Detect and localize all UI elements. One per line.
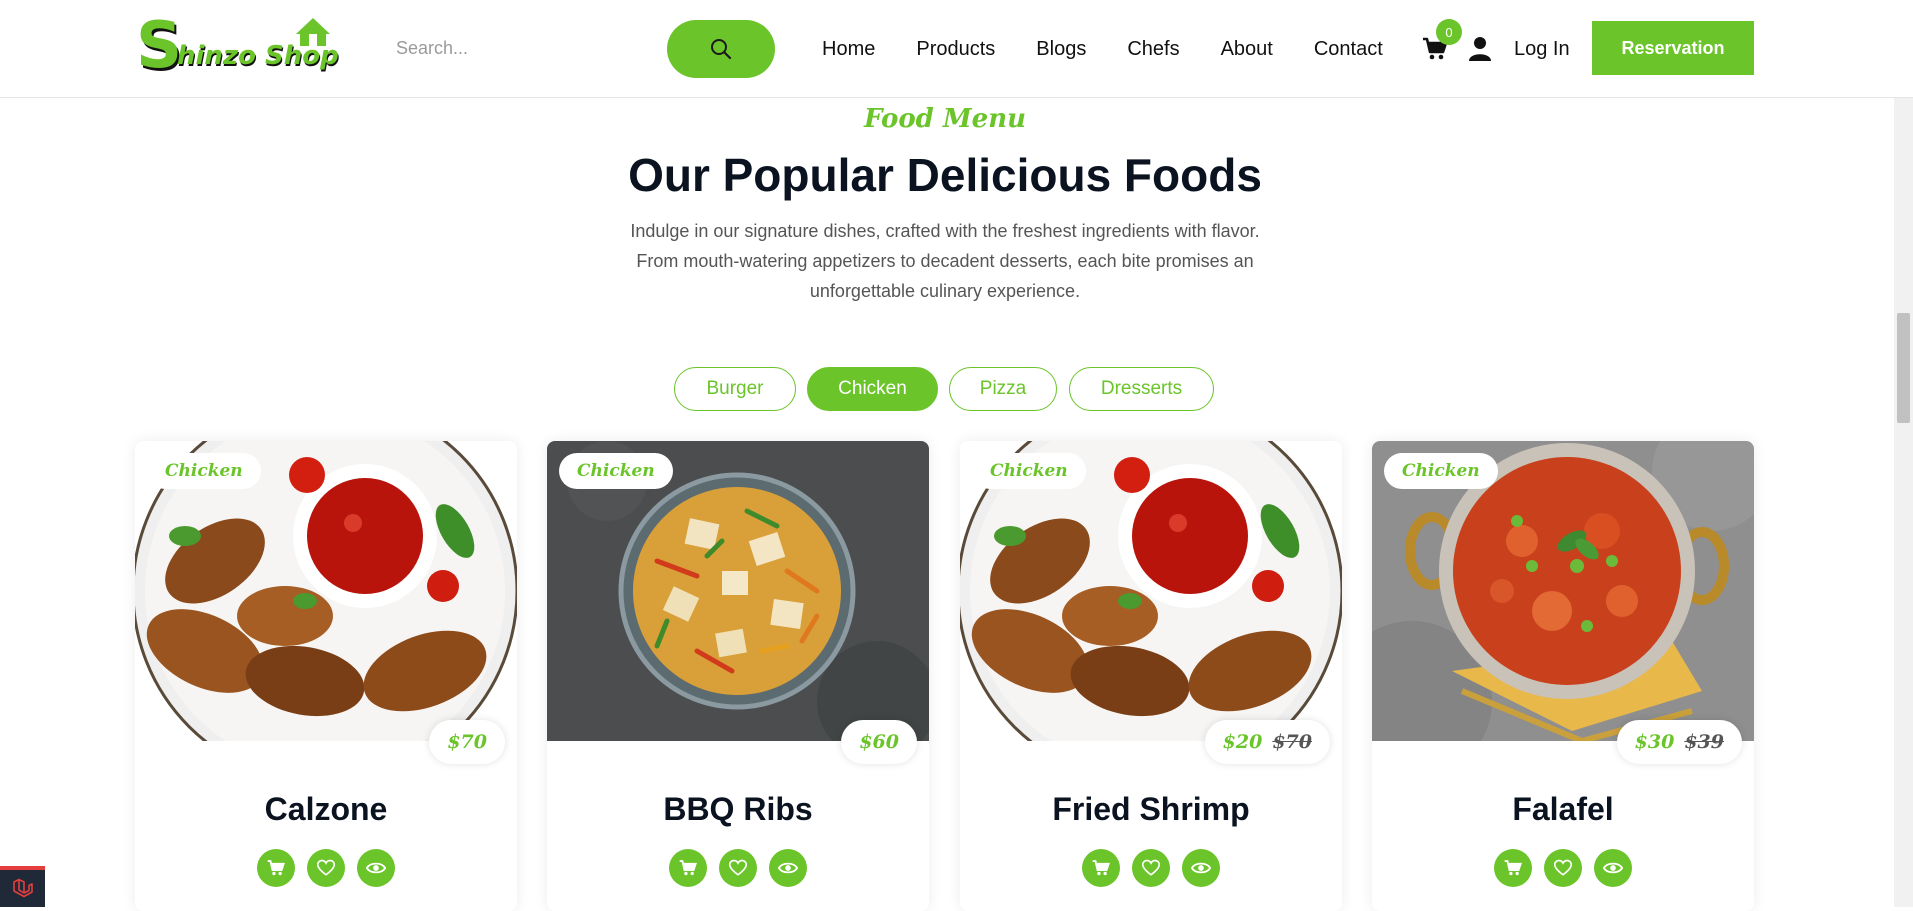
main-nav: Home Products Blogs Chefs About Contact	[822, 34, 1424, 64]
cart-icon	[1092, 860, 1110, 876]
section-title: Our Popular Delicious Foods	[628, 149, 1262, 201]
laravel-icon	[12, 878, 33, 897]
eye-icon	[1603, 862, 1623, 874]
product-name: Falafel	[1512, 791, 1614, 827]
wishlist-button[interactable]	[1544, 849, 1582, 887]
user-icon[interactable]	[1469, 36, 1491, 62]
nav-home[interactable]: Home	[822, 34, 875, 64]
product-price: $70	[429, 720, 505, 764]
product-category-tag: Chicken	[559, 453, 673, 489]
product-category-tag: Chicken	[1384, 453, 1498, 489]
filter-dresserts[interactable]: Dresserts	[1069, 367, 1214, 411]
add-to-cart-button[interactable]	[1082, 849, 1120, 887]
heart-icon	[729, 859, 747, 876]
product-category-tag: Chicken	[972, 453, 1086, 489]
filter-burger[interactable]: Burger	[674, 367, 796, 411]
cart-icon	[679, 860, 697, 876]
scrollbar-thumb[interactable]	[1897, 313, 1910, 423]
add-to-cart-button[interactable]	[257, 849, 295, 887]
price-current: $30	[1634, 731, 1675, 753]
quick-view-button[interactable]	[769, 849, 807, 887]
search-input[interactable]	[380, 26, 640, 70]
nav-blogs[interactable]: Blogs	[1036, 34, 1086, 64]
site-header: S S hinzo Shop hinzo Shop Home Products …	[0, 0, 1913, 98]
debug-toolbar-toggle[interactable]	[0, 866, 45, 907]
product-actions	[547, 849, 929, 887]
section-eyebrow: Food Menu	[863, 104, 1027, 134]
wishlist-button[interactable]	[1132, 849, 1170, 887]
filter-pizza[interactable]: Pizza	[949, 367, 1057, 411]
product-name: Fried Shrimp	[1052, 791, 1250, 827]
login-link[interactable]: Log In	[1514, 34, 1570, 64]
product-card[interactable]: Chicken $20 $70 Fried Shrimp	[960, 441, 1342, 911]
reservation-button[interactable]: Reservation	[1592, 21, 1754, 75]
section-description: Indulge in our signature dishes, crafted…	[630, 221, 1260, 301]
add-to-cart-button[interactable]	[1494, 849, 1532, 887]
product-category-tag: Chicken	[147, 453, 261, 489]
eye-icon	[366, 862, 386, 874]
nav-contact[interactable]: Contact	[1314, 34, 1383, 64]
heart-icon	[1142, 859, 1160, 876]
search-button[interactable]	[667, 20, 775, 78]
product-name: Calzone	[264, 791, 388, 827]
nav-about[interactable]: About	[1221, 34, 1273, 64]
quick-view-button[interactable]	[1182, 849, 1220, 887]
price-current: $20	[1222, 731, 1263, 753]
product-card[interactable]: Chicken $70 Calzone	[135, 441, 517, 911]
product-price: $30 $39	[1616, 720, 1742, 764]
price-current: $70	[447, 731, 487, 753]
eye-icon	[1191, 862, 1211, 874]
eye-icon	[778, 862, 798, 874]
cart-icon	[1504, 860, 1522, 876]
add-to-cart-button[interactable]	[669, 849, 707, 887]
nav-chefs[interactable]: Chefs	[1127, 34, 1179, 64]
product-actions	[1372, 849, 1754, 887]
product-price: $20 $70	[1204, 720, 1330, 764]
product-name: BBQ Ribs	[663, 791, 813, 827]
heart-icon	[1554, 859, 1572, 876]
price-original: $39	[1684, 731, 1724, 753]
quick-view-button[interactable]	[1594, 849, 1632, 887]
product-actions	[960, 849, 1342, 887]
wishlist-button[interactable]	[719, 849, 757, 887]
quick-view-button[interactable]	[357, 849, 395, 887]
product-card[interactable]: Chicken $60 BBQ Ribs	[547, 441, 929, 911]
logo[interactable]: S S hinzo Shop hinzo Shop	[138, 14, 342, 78]
heart-icon	[317, 859, 335, 876]
cart-count-badge: 0	[1436, 19, 1462, 45]
price-current: $60	[859, 731, 899, 753]
product-price: $60	[841, 720, 917, 764]
wishlist-button[interactable]	[307, 849, 345, 887]
product-actions	[135, 849, 517, 887]
price-original: $70	[1272, 731, 1312, 753]
svg-text:S: S	[138, 14, 182, 78]
cart-icon	[267, 860, 285, 876]
scrollbar-track[interactable]	[1894, 0, 1913, 907]
search-icon	[711, 39, 732, 60]
filter-chicken[interactable]: Chicken	[807, 367, 938, 411]
nav-products[interactable]: Products	[916, 34, 995, 64]
product-card[interactable]: Chicken $30 $39 Falafel	[1372, 441, 1754, 911]
